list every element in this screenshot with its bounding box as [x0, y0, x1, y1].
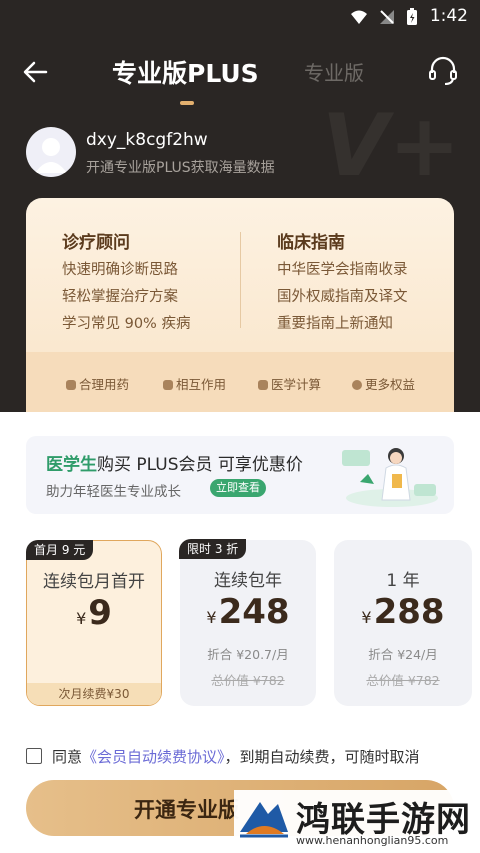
- plan-original-price: 总价值 ¥782: [211, 673, 285, 688]
- agreement-suffix: ，到期自动续费，可随时取消: [224, 748, 420, 766]
- plan-price: ¥9: [27, 593, 161, 633]
- benefit-title-diagnosis: 诊疗顾问: [62, 233, 130, 253]
- status-bar: 1:42: [0, 0, 480, 34]
- promo-highlight: 医学生: [46, 455, 97, 475]
- site-watermark: 鸿联手游网 www.henanhonglian95.com: [234, 790, 480, 853]
- status-time: 1:42: [429, 6, 468, 26]
- plan-name: 连续包年: [214, 571, 282, 591]
- benefit-item: 重要指南上新通知: [277, 316, 393, 332]
- no-signal-icon: [380, 10, 394, 24]
- avatar[interactable]: [26, 127, 76, 177]
- promo-view-button[interactable]: 立即查看: [210, 479, 266, 497]
- plan-tag: 限时 3 折: [179, 539, 247, 559]
- back-arrow-icon[interactable]: [18, 54, 54, 90]
- wifi-icon: [351, 10, 367, 24]
- benefit-item: 轻松掌握治疗方案: [62, 289, 178, 305]
- watermark-url: www.henanhonglian95.com: [296, 834, 449, 847]
- plan-price-value: 288: [373, 592, 445, 632]
- plus-watermark-graphic: V+: [322, 96, 461, 196]
- plan-name: 1 年: [386, 571, 420, 591]
- divider: [240, 232, 241, 328]
- user-description: 开通专业版PLUS获取海量数据: [86, 160, 275, 176]
- agreement-text: 同意《会员自动续费协议》，到期自动续费，可随时取消: [52, 746, 420, 767]
- site-logo-icon: [240, 802, 288, 838]
- strip-label: 相互作用: [176, 377, 227, 392]
- interaction-icon: [163, 380, 173, 390]
- benefit-item: 学习常见 90% 疾病: [62, 316, 191, 332]
- currency-symbol: ¥: [361, 608, 372, 627]
- plan-card-monthly[interactable]: 首月 9 元 连续包月首开 ¥9 次月续费¥30: [26, 540, 162, 706]
- strip-item-calculator[interactable]: 医学计算: [258, 374, 321, 393]
- customer-service-icon[interactable]: [426, 54, 460, 88]
- strip-item-more[interactable]: 更多权益: [352, 374, 415, 393]
- promo-title: 医学生购买 PLUS会员 可享优惠价: [46, 450, 303, 475]
- currency-symbol: ¥: [206, 608, 217, 627]
- pill-icon: [66, 380, 76, 390]
- plan-original-price: 总价值 ¥782: [366, 673, 440, 688]
- promo-subtitle: 助力年轻医生专业成长: [46, 484, 181, 500]
- navigation-bar: 专业版PLUS 专业版: [0, 44, 480, 105]
- benefit-title-guidelines: 临床指南: [277, 233, 345, 253]
- plan-per-month: 折合 ¥24/月: [368, 647, 438, 662]
- benefit-item: 快速明确诊断思路: [62, 262, 178, 278]
- more-icon: [352, 380, 362, 390]
- strip-label: 合理用药: [79, 377, 130, 392]
- battery-icon: [407, 8, 417, 25]
- plan-price-value: 248: [218, 592, 290, 632]
- strip-item-interaction[interactable]: 相互作用: [163, 374, 226, 393]
- currency-symbol: ¥: [76, 609, 87, 628]
- plan-price: ¥248: [180, 592, 316, 632]
- doctor-illustration-icon: [342, 448, 438, 507]
- promo-title-text: 购买 PLUS会员 可享优惠价: [97, 455, 303, 475]
- student-promo-banner[interactable]: 医学生购买 PLUS会员 可享优惠价 助力年轻医生专业成长 立即查看: [26, 436, 454, 514]
- plan-renewal-note: 次月续费¥30: [27, 683, 161, 705]
- plan-tag: 首月 9 元: [26, 540, 94, 560]
- strip-label: 医学计算: [271, 377, 322, 392]
- plan-card-yearly-auto[interactable]: 限时 3 折 连续包年 ¥248 折合 ¥20.7/月 总价值 ¥782: [179, 539, 316, 706]
- plan-per-month: 折合 ¥20.7/月: [207, 647, 289, 662]
- plan-price: ¥288: [334, 592, 472, 632]
- active-tab-indicator: [180, 101, 194, 105]
- benefit-item: 中华医学会指南收录: [277, 262, 408, 278]
- subscribe-button-label: 开通专业版: [134, 798, 239, 822]
- agreement-checkbox[interactable]: [26, 748, 42, 764]
- calculator-icon: [258, 380, 268, 390]
- user-avatar-icon: [35, 138, 67, 173]
- plan-card-one-year[interactable]: 1 年 ¥288 折合 ¥24/月 总价值 ¥782: [334, 540, 472, 706]
- tab-professional[interactable]: 专业版: [304, 57, 364, 86]
- tab-plus[interactable]: 专业版PLUS: [112, 54, 259, 90]
- username: dxy_k8cgf2hw: [86, 130, 208, 150]
- agreement-prefix: 同意: [52, 748, 83, 766]
- strip-label: 更多权益: [365, 377, 416, 392]
- plan-name: 连续包月首开: [43, 572, 145, 592]
- benefit-item: 国外权威指南及译文: [277, 289, 408, 305]
- plan-price-value: 9: [88, 593, 112, 633]
- strip-item-medication[interactable]: 合理用药: [66, 374, 129, 393]
- auto-renew-agreement-link[interactable]: 《会员自动续费协议》: [82, 748, 225, 766]
